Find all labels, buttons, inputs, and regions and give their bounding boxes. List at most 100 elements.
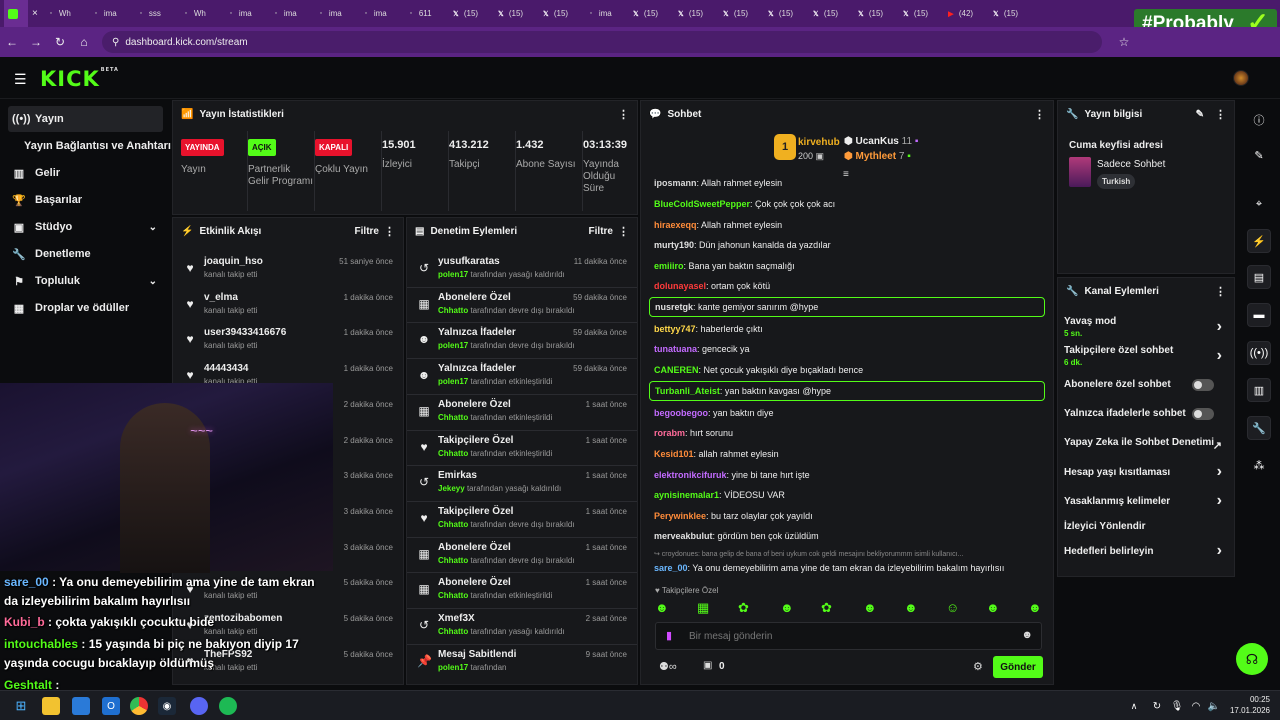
chat-username[interactable]: dolunayasel — [654, 281, 706, 291]
chat-username[interactable]: BlueColdSweetPepper — [654, 199, 750, 209]
settings-gear-icon[interactable]: ⚙ — [973, 660, 983, 673]
emoji-icon[interactable]: ☻ — [1021, 629, 1033, 641]
chat-message[interactable]: merveakbulut: gördüm ben çok üzüldüm — [654, 528, 819, 545]
channel-action-item[interactable]: Abonelere özel sohbet — [1064, 379, 1224, 391]
channel-action-item[interactable]: Takipçilere özel sohbet 6 dk. › — [1064, 345, 1224, 367]
browser-tab[interactable]: ▫ 611 — [402, 0, 447, 27]
bookmark-star-icon[interactable]: ☆ — [1112, 35, 1136, 49]
channel-action-item[interactable]: Yasaklanmış kelimeler › — [1064, 492, 1224, 509]
emote-icon[interactable]: ☻ — [863, 600, 877, 615]
chat-message[interactable]: CANEREN: Net çocuk yakışıklı diye bıçakl… — [654, 362, 863, 379]
browser-tab[interactable]: ▫ ima — [267, 0, 312, 27]
sidebar-item[interactable]: 🏆 Başarılar — [8, 187, 163, 213]
chat-username[interactable]: tunatuana — [654, 344, 697, 354]
community-icon[interactable]: ⚉∞ — [659, 660, 677, 673]
list-item[interactable]: ▦ Abonelere Özel Chhatto tarafından devre … — [407, 538, 637, 573]
moderation-icon[interactable]: ▥ — [1247, 378, 1271, 402]
tag-chip[interactable]: Turkish — [1097, 174, 1136, 189]
chat-message[interactable]: emiiiro: Bana yan baktın saçmalığı — [654, 258, 795, 275]
clock-date[interactable]: 17.01.2026 — [1226, 706, 1270, 715]
back-icon[interactable]: ← — [0, 35, 24, 49]
wifi-icon[interactable]: ◠ — [1187, 697, 1205, 715]
moderator-name[interactable]: Chhatto — [438, 306, 468, 315]
sidebar-item[interactable]: 🔧 Denetleme — [8, 241, 163, 267]
avatar[interactable] — [1233, 70, 1249, 86]
emote-icon[interactable]: ☻ — [655, 600, 669, 615]
file-explorer-icon[interactable] — [42, 697, 60, 715]
notes-icon[interactable]: ▤ — [1247, 265, 1271, 289]
toggle-switch[interactable] — [1192, 408, 1214, 420]
category-name[interactable]: Sadece Sohbet — [1097, 159, 1165, 170]
chevron-up-icon[interactable]: ∧ — [1125, 697, 1143, 715]
chat-message[interactable]: rorabm: hırt sorunu — [654, 425, 733, 442]
list-item[interactable]: ♥ joaquin_hso kanalı takip etti 51 saniye ö… — [173, 252, 403, 287]
reload-icon[interactable]: ↻ — [48, 35, 72, 49]
leaderboard-user[interactable]: ⬢ Mythleet 7 ▪ — [844, 151, 911, 162]
channel-action-item[interactable]: Yalnızca ifadelerle sohbet — [1064, 408, 1224, 420]
chat-message[interactable]: hiraexeqq: Allah rahmet eylesin — [654, 217, 782, 234]
more-icon[interactable]: ⋮ — [1034, 108, 1045, 121]
info-icon[interactable]: ⓘ — [1247, 108, 1271, 132]
channel-action-item[interactable]: Hedefleri belirleyin › — [1064, 542, 1224, 559]
toggle-switch[interactable] — [1192, 379, 1214, 391]
chat-message[interactable]: sare_00: Ya onu demeyebilirim ama yine d… — [654, 560, 1004, 577]
moderator-name[interactable]: Chhatto — [438, 627, 468, 636]
list-item[interactable]: ↺ Xmef3X Chhatto tarafından yasağı kaldırı… — [407, 609, 637, 644]
chat-message[interactable]: begoobegoo: yan baktın diye — [654, 405, 774, 422]
list-item[interactable]: ☻ Yalnızca İfadeler polen17 tarafından etk… — [407, 359, 637, 394]
chat-username[interactable]: merveakbulut — [654, 531, 713, 541]
chat-message[interactable]: bettyy747: haberlerde çıktı — [654, 321, 763, 338]
more-icon[interactable]: ⋮ — [384, 225, 395, 238]
moderator-name[interactable]: polen17 — [438, 270, 468, 279]
sidebar-item[interactable]: ⚑ Topluluk ⌄ — [8, 268, 163, 294]
chat-message[interactable]: murty190: Dün jahonun kanalda da yazdıla… — [654, 237, 831, 254]
outlook-icon[interactable]: O — [102, 697, 120, 715]
list-item[interactable]: ↺ yusufkaratas polen17 tarafından yasağı k… — [407, 252, 637, 287]
forward-icon[interactable]: → — [24, 35, 48, 49]
chat-username[interactable]: Perywinklee — [654, 511, 706, 521]
browser-tab[interactable]: ▫ ima — [582, 0, 627, 27]
moderator-name[interactable]: polen17 — [438, 341, 468, 350]
browser-tab[interactable]: 𝕏 (15) — [852, 0, 897, 27]
chat-username[interactable]: nusretgk — [655, 302, 693, 312]
browser-tab[interactable]: ▫ Wh — [42, 0, 87, 27]
chat-input[interactable]: ▮ Bir mesaj gönderin ☻ — [655, 622, 1042, 650]
emote-icon[interactable]: ✿ — [821, 600, 832, 616]
browser-tab[interactable]: ▫ sss — [132, 0, 177, 27]
browser-tab[interactable]: ▫ ima — [357, 0, 402, 27]
channel-action-item[interactable]: Yavaş mod 5 sn. › — [1064, 316, 1224, 338]
menu-icon[interactable]: ☰ — [14, 71, 27, 88]
emote-icon[interactable]: ☻ — [986, 600, 1000, 615]
chat-message[interactable]: BlueColdSweetPepper: Çok çok çok çok acı — [654, 196, 835, 213]
chat-username[interactable]: Turbanli_Ateist — [655, 386, 720, 396]
browser-tab[interactable]: 𝕏 (15) — [762, 0, 807, 27]
more-icon[interactable]: ⋮ — [1215, 285, 1226, 298]
wrench-icon[interactable]: 🔧 — [1247, 416, 1271, 440]
emote-icon[interactable]: ☻ — [780, 600, 794, 615]
chat-username[interactable]: aynisinemalar1 — [654, 490, 719, 500]
bolt-icon[interactable]: ⚡ — [1247, 229, 1271, 253]
channel-action-item[interactable]: İzleyici Yönlendir — [1064, 521, 1224, 532]
moderator-name[interactable]: Chhatto — [438, 591, 468, 600]
chat-username[interactable]: rorabm — [654, 428, 685, 438]
channel-action-item[interactable]: Yapay Zeka ile Sohbet Denetimi ↗ — [1064, 437, 1224, 452]
moderator-name[interactable]: Chhatto — [438, 556, 468, 565]
browser-tab[interactable]: ▫ ima — [87, 0, 132, 27]
edit-icon[interactable]: ✎ — [1247, 143, 1271, 167]
clock-time[interactable]: 00:25 — [1240, 695, 1270, 704]
volume-icon[interactable]: 🔈 — [1205, 697, 1223, 715]
focus-icon[interactable]: ⌖ — [1247, 192, 1271, 216]
filter-button[interactable]: Filtre — [589, 226, 613, 237]
mic-icon[interactable]: 🎙 — [1168, 697, 1186, 715]
sync-icon[interactable]: ↻ — [1148, 697, 1166, 715]
browser-tab[interactable]: ▶ (42) — [942, 0, 987, 27]
apps-icon[interactable]: ⁂ — [1247, 453, 1271, 477]
browser-tab[interactable] — [4, 0, 28, 27]
chat-message[interactable]: aynisinemalar1: VİDEOSU VAR — [654, 487, 785, 504]
emote-icon[interactable]: ✿ — [738, 600, 749, 616]
list-item[interactable]: ♥ Takipçilere Özel Chhatto tarafından etki… — [407, 431, 637, 466]
expand-icon[interactable]: ≡ — [843, 169, 849, 180]
close-icon[interactable]: × — [28, 8, 42, 19]
moderator-name[interactable]: Chhatto — [438, 520, 468, 529]
browser-tab[interactable]: 𝕏 (15) — [492, 0, 537, 27]
